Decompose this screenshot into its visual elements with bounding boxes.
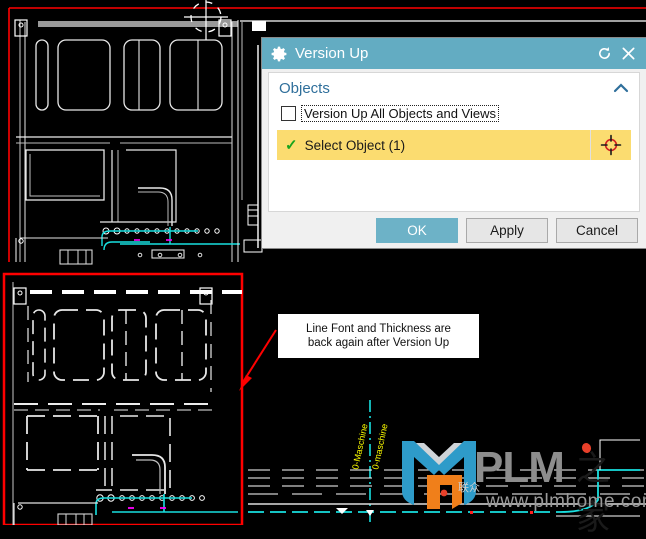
dialog-body: Objects Version Up All Objects and Views… (268, 72, 640, 212)
chevron-up-icon[interactable] (613, 81, 629, 96)
select-object-field[interactable]: ✓ Select Object (1) (277, 130, 590, 160)
apply-button[interactable]: Apply (466, 217, 548, 243)
annotation-text: Line Font and Thickness are back again a… (306, 322, 451, 350)
ok-button[interactable]: OK (376, 217, 458, 243)
version-up-all-checkbox[interactable] (281, 106, 296, 121)
select-object-row[interactable]: ✓ Select Object (1) (277, 130, 631, 160)
dialog-title-bar[interactable]: Version Up (262, 38, 646, 69)
dialog-title: Version Up (295, 45, 369, 62)
annotation-callout: Line Font and Thickness are back again a… (277, 313, 480, 359)
crosshair-target-icon[interactable] (590, 130, 631, 160)
version-up-all-row[interactable]: Version Up All Objects and Views (269, 99, 639, 126)
dialog-footer: OK Apply Cancel (262, 212, 646, 248)
gear-icon (271, 46, 287, 61)
version-up-dialog: Version Up Objects Version Up All Object… (262, 38, 646, 248)
close-icon[interactable] (616, 42, 640, 66)
green-check-icon: ✓ (285, 137, 298, 154)
objects-group-header[interactable]: Objects (269, 73, 639, 99)
select-object-label: Select Object (1) (304, 137, 406, 153)
annotation-line-1: Line Font and Thickness are (306, 323, 451, 335)
objects-group-title: Objects (279, 80, 330, 97)
reset-icon[interactable] (592, 42, 616, 66)
cancel-button[interactable]: Cancel (556, 217, 638, 243)
version-up-all-label: Version Up All Objects and Views (301, 105, 499, 122)
annotation-line-2: back again after Version Up (307, 337, 450, 349)
